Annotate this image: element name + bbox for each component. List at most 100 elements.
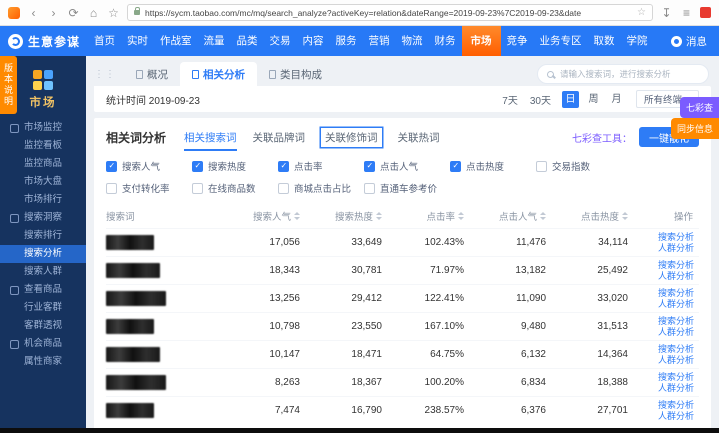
checkbox-unchecked[interactable] [278, 183, 289, 194]
sidebar-item-机会商品[interactable]: 机会商品 [0, 335, 86, 353]
sidebar-item-监控看板[interactable]: 监控看板 [0, 137, 86, 155]
action-link-搜索分析[interactable]: 搜索分析 [658, 316, 699, 327]
nav-item-流量[interactable]: 流量 [198, 26, 231, 56]
unit-button-周[interactable]: 周 [585, 91, 602, 108]
checkbox-checked[interactable] [450, 161, 461, 172]
action-link-人群分析[interactable]: 人群分析 [658, 355, 699, 366]
checkbox-checked[interactable] [278, 161, 289, 172]
action-link-人群分析[interactable]: 人群分析 [658, 383, 699, 394]
nav-item-作战室[interactable]: 作战室 [154, 26, 198, 56]
favorite-icon[interactable]: ☆ [637, 7, 646, 18]
metric-点击率[interactable]: 点击率 [278, 159, 364, 173]
sidebar-item-搜索人群[interactable]: 搜索人群 [0, 263, 86, 281]
sidebar-item-市场监控[interactable]: 市场监控 [0, 119, 86, 137]
action-link-人群分析[interactable]: 人群分析 [658, 411, 699, 422]
subtab-相关搜索词[interactable]: 相关搜索词 [184, 128, 237, 147]
version-note-tag[interactable]: 版本说明 [0, 56, 17, 114]
subtab-关联修饰词[interactable]: 关联修饰词 [321, 128, 382, 147]
metric-搜索人气[interactable]: 搜索人气 [106, 159, 192, 173]
checkbox-checked[interactable] [106, 161, 117, 172]
sidebar-item-搜索分析[interactable]: 搜索分析 [0, 245, 86, 263]
metric-交易指数[interactable]: 交易指数 [536, 159, 622, 173]
blurred-search-term [106, 291, 166, 306]
sidebar-item-搜索洞察[interactable]: 搜索洞察 [0, 209, 86, 227]
subtab-关联热词[interactable]: 关联热词 [398, 128, 440, 147]
metric-商城点击占比[interactable]: 商城点击占比 [278, 181, 364, 195]
checkbox-checked[interactable] [364, 161, 375, 172]
action-link-搜索分析[interactable]: 搜索分析 [658, 372, 699, 383]
download-icon[interactable]: ↧ [660, 7, 673, 19]
sidebar-item-市场排行[interactable]: 市场排行 [0, 191, 86, 209]
bookmark-icon[interactable]: ☆ [107, 7, 120, 19]
sidebar-item-搜索排行[interactable]: 搜索排行 [0, 227, 86, 245]
refresh-icon[interactable]: ⟳ [67, 7, 80, 19]
nav-item-业务专区[interactable]: 业务专区 [534, 26, 588, 56]
table-header-cell-点击热度[interactable]: 点击热度 [546, 209, 628, 223]
nav-item-学院[interactable]: 学院 [621, 26, 654, 56]
table-header-cell-搜索人气[interactable]: 搜索人气 [218, 209, 300, 223]
sidebar-item-监控商品[interactable]: 监控商品 [0, 155, 86, 173]
action-link-人群分析[interactable]: 人群分析 [658, 327, 699, 338]
nav-item-取数[interactable]: 取数 [588, 26, 621, 56]
nav-item-物流[interactable]: 物流 [396, 26, 429, 56]
address-bar[interactable]: ☆ [127, 4, 653, 21]
action-link-搜索分析[interactable]: 搜索分析 [658, 232, 699, 243]
action-link-人群分析[interactable]: 人群分析 [658, 243, 699, 254]
table-header-cell-点击率[interactable]: 点击率 [382, 209, 464, 223]
checkbox-unchecked[interactable] [364, 183, 375, 194]
sidebar-item-市场大盘[interactable]: 市场大盘 [0, 173, 86, 191]
tab-类目构成[interactable]: 类目构成 [257, 62, 334, 86]
sidebar-item-行业客群[interactable]: 行业客群 [0, 299, 86, 317]
nav-item-营销[interactable]: 营销 [363, 26, 396, 56]
nav-item-市场[interactable]: 市场 [462, 26, 501, 56]
back-icon[interactable]: ‹ [27, 7, 40, 19]
checkbox-unchecked[interactable] [106, 183, 117, 194]
sidebar-item-属性商家[interactable]: 属性商家 [0, 353, 86, 371]
metric-支付转化率[interactable]: 支付转化率 [106, 181, 192, 195]
tab-相关分析[interactable]: 相关分析 [180, 62, 257, 86]
home-icon[interactable]: ⌂ [87, 7, 100, 19]
action-link-搜索分析[interactable]: 搜索分析 [658, 260, 699, 271]
unit-button-月[interactable]: 月 [608, 91, 625, 108]
action-link-人群分析[interactable]: 人群分析 [658, 299, 699, 310]
metric-搜索热度[interactable]: 搜索热度 [192, 159, 278, 173]
sidebar-item-客群透视[interactable]: 客群透视 [0, 317, 86, 335]
unit-button-日[interactable]: 日 [562, 91, 579, 108]
app-logo[interactable]: 生意参谋 [8, 33, 80, 50]
metric-直通车参考价[interactable]: 直通车参考价 [364, 181, 450, 195]
action-link-人群分析[interactable]: 人群分析 [658, 271, 699, 282]
checkbox-unchecked[interactable] [192, 183, 203, 194]
metric-在线商品数[interactable]: 在线商品数 [192, 181, 278, 195]
nav-item-财务[interactable]: 财务 [429, 26, 462, 56]
checkbox-unchecked[interactable] [536, 161, 547, 172]
metric-点击人气[interactable]: 点击人气 [364, 159, 450, 173]
subtab-关联品牌词[interactable]: 关联品牌词 [253, 128, 306, 147]
action-link-搜索分析[interactable]: 搜索分析 [658, 344, 699, 355]
nav-item-内容[interactable]: 内容 [297, 26, 330, 56]
tab-概况[interactable]: 概况 [124, 62, 180, 86]
extension-icon[interactable] [700, 7, 711, 18]
action-link-搜索分析[interactable]: 搜索分析 [658, 400, 699, 411]
url-input[interactable] [145, 8, 632, 18]
sidebar-item-查看商品[interactable]: 查看商品 [0, 281, 86, 299]
forward-icon[interactable]: › [47, 7, 60, 19]
table-header-cell-点击人气[interactable]: 点击人气 [464, 209, 546, 223]
nav-item-品类[interactable]: 品类 [231, 26, 264, 56]
floating-button-同步信息[interactable]: 同步信息 [671, 118, 719, 139]
checkbox-checked[interactable] [192, 161, 203, 172]
metric-点击热度[interactable]: 点击热度 [450, 159, 536, 173]
nav-item-竞争[interactable]: 竞争 [501, 26, 534, 56]
nav-item-服务[interactable]: 服务 [330, 26, 363, 56]
table-header-cell-搜索热度[interactable]: 搜索热度 [300, 209, 382, 223]
nav-item-交易[interactable]: 交易 [264, 26, 297, 56]
range-button-7天[interactable]: 7天 [502, 92, 518, 107]
nav-item-实时[interactable]: 实时 [121, 26, 154, 56]
action-link-搜索分析[interactable]: 搜索分析 [658, 288, 699, 299]
menu-icon[interactable]: ≡ [680, 7, 693, 19]
nav-item-首页[interactable]: 首页 [88, 26, 121, 56]
topnav-right[interactable]: 消息 [671, 34, 711, 49]
range-button-30天[interactable]: 30天 [530, 92, 551, 107]
drag-handle-icon[interactable]: ⋮⋮ [94, 69, 116, 80]
search-box[interactable]: 请输入搜索词，进行搜索分析 [537, 64, 709, 84]
floating-button-七彩查[interactable]: 七彩查 [680, 97, 719, 118]
